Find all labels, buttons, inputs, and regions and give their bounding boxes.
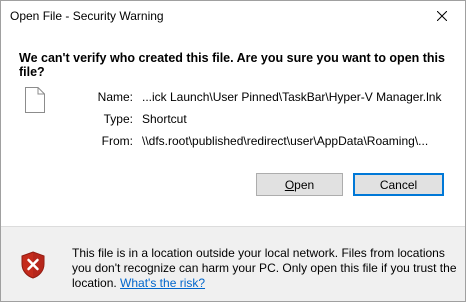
close-icon [437,11,447,21]
type-label: Type: [103,112,133,126]
from-label: From: [101,134,133,148]
from-value: \\dfs.root\published\redirect\user\AppDa… [142,134,429,148]
whats-the-risk-link[interactable]: What's the risk? [120,276,205,290]
dialog-heading: We can't verify who created this file. A… [19,51,445,79]
shield-error-icon [21,251,45,279]
title-bar[interactable]: Open File - Security Warning [1,1,465,31]
cancel-button[interactable]: Cancel [353,173,444,196]
warning-footer: This file is in a location outside your … [1,227,465,301]
name-label: Name: [97,90,133,104]
window-title: Open File - Security Warning [10,9,164,23]
security-warning-dialog: Open File - Security Warning We can't ve… [0,0,466,302]
close-button[interactable] [419,1,465,31]
warning-message: This file is in a location outside your … [72,246,457,291]
open-accelerator: O [284,177,295,192]
open-button[interactable]: Open [256,173,343,196]
type-value: Shortcut [142,112,187,126]
name-value: ...ick Launch\User Pinned\TaskBar\Hyper-… [142,90,442,104]
file-icon [25,87,45,113]
open-label-rest: pen [294,177,315,192]
